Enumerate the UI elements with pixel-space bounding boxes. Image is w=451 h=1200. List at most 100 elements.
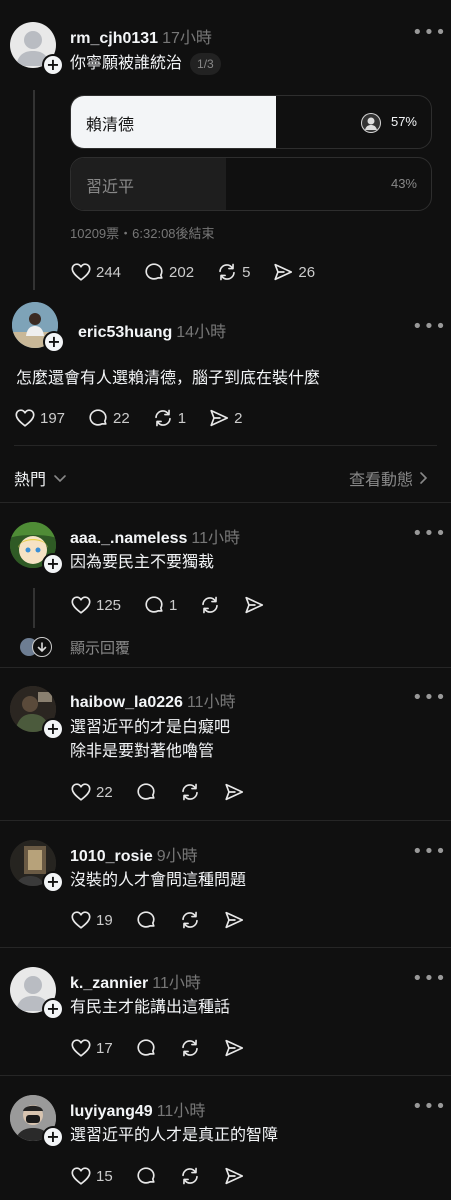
follow-plus-icon[interactable]: + xyxy=(42,718,64,740)
timestamp: 9小時 xyxy=(156,848,198,865)
more-options-icon[interactable]: ••• xyxy=(412,523,447,544)
reply-button[interactable]: 1 xyxy=(143,594,177,616)
follow-plus-icon[interactable]: + xyxy=(42,54,64,76)
share-button[interactable]: 26 xyxy=(272,261,315,283)
reply-author[interactable]: eric53huang 14小時 xyxy=(78,318,226,342)
more-options-icon[interactable]: ••• xyxy=(412,22,447,43)
share-button[interactable] xyxy=(223,909,245,931)
divider xyxy=(0,502,451,503)
comment-text-line-2: 除非是要對著他嚕管 xyxy=(70,743,215,760)
post-text: 你寧願被誰統治 1/3 xyxy=(70,52,221,76)
username[interactable]: haibow_la0226 xyxy=(70,694,183,711)
page-badge: 1/3 xyxy=(190,52,221,75)
like-button[interactable]: 244 xyxy=(70,261,121,283)
username[interactable]: luyiyang49 xyxy=(70,1103,153,1120)
comment-author[interactable]: aaa._.nameless 11小時 xyxy=(70,524,240,548)
follow-plus-icon[interactable]: + xyxy=(42,553,64,575)
username[interactable]: eric53huang xyxy=(78,324,172,341)
like-button[interactable]: 22 xyxy=(70,781,113,803)
heart-icon xyxy=(14,407,36,429)
like-count: 125 xyxy=(96,596,122,614)
repost-icon xyxy=(199,594,221,616)
send-icon xyxy=(243,594,265,616)
like-button[interactable]: 15 xyxy=(70,1165,113,1187)
repost-icon xyxy=(179,1165,201,1187)
follow-plus-icon[interactable]: + xyxy=(42,1126,64,1148)
repost-icon xyxy=(179,909,201,931)
reply-button[interactable]: 202 xyxy=(143,261,194,283)
like-count: 19 xyxy=(96,911,113,929)
view-activity-link[interactable]: 查看動態 xyxy=(349,466,431,490)
send-icon xyxy=(208,407,230,429)
reply-avatar-stack xyxy=(20,636,52,658)
username[interactable]: k._zannier xyxy=(70,975,148,992)
follow-plus-icon[interactable]: + xyxy=(42,871,64,893)
thread-line xyxy=(33,90,35,290)
divider xyxy=(0,820,451,821)
share-count: 26 xyxy=(298,263,316,281)
reply-button[interactable]: 22 xyxy=(87,407,130,429)
poll-percent: 43% xyxy=(390,176,417,191)
comment-actions: 15 xyxy=(70,1164,267,1188)
view-activity-label: 查看動態 xyxy=(348,472,413,489)
poll-option-2[interactable]: 習近平 43% xyxy=(70,157,432,211)
share-button[interactable] xyxy=(243,594,265,616)
like-button[interactable]: 197 xyxy=(14,407,65,429)
reply-button[interactable] xyxy=(135,909,157,931)
chevron-down-icon xyxy=(54,475,66,483)
reply-button[interactable] xyxy=(135,781,157,803)
heart-icon xyxy=(70,1037,92,1059)
reply-button[interactable] xyxy=(135,1037,157,1059)
reply-text: 怎麼還會有人選賴清德，腦子到底在裝什麼 xyxy=(16,370,321,387)
username[interactable]: 1010_rosie xyxy=(70,848,153,865)
divider xyxy=(14,445,437,446)
like-count: 15 xyxy=(96,1167,113,1185)
timestamp: 11小時 xyxy=(152,975,201,992)
comment-author[interactable]: luyiyang49 11小時 xyxy=(70,1097,205,1121)
share-button[interactable] xyxy=(223,1165,245,1187)
like-count: 22 xyxy=(96,783,113,801)
share-button[interactable]: 2 xyxy=(208,407,242,429)
username[interactable]: aaa._.nameless xyxy=(70,530,187,547)
voter-avatar xyxy=(361,113,381,133)
repost-button[interactable] xyxy=(199,594,221,616)
like-button[interactable]: 19 xyxy=(70,909,113,931)
heart-icon xyxy=(70,781,92,803)
poll-option-1[interactable]: 賴清德 57% xyxy=(70,95,432,149)
comment-author[interactable]: haibow_la0226 11小時 xyxy=(70,688,236,712)
post-author[interactable]: rm_cjh0131 17小時 xyxy=(70,24,212,48)
comment-author[interactable]: 1010_rosie 9小時 xyxy=(70,842,198,866)
more-options-icon[interactable]: ••• xyxy=(412,1096,447,1117)
repost-button[interactable] xyxy=(179,909,201,931)
more-options-icon[interactable]: ••• xyxy=(412,968,447,989)
comment-icon xyxy=(87,407,109,429)
comment-icon xyxy=(135,1165,157,1187)
comment-author[interactable]: k._zannier 11小時 xyxy=(70,969,201,993)
reply-button[interactable] xyxy=(135,1165,157,1187)
reply-count: 1 xyxy=(169,596,178,614)
post-actions: 244 202 5 26 xyxy=(70,260,337,284)
comment-text: 有民主才能講出這種話 xyxy=(70,999,231,1016)
follow-plus-icon[interactable]: + xyxy=(43,331,65,353)
post-text-content: 你寧願被誰統治 xyxy=(70,55,183,72)
send-icon xyxy=(223,781,245,803)
poll-percent: 57% xyxy=(390,114,417,129)
show-replies-button[interactable]: 顯示回覆 xyxy=(20,636,130,658)
repost-button[interactable]: 5 xyxy=(216,261,250,283)
like-button[interactable]: 125 xyxy=(70,594,121,616)
repost-button[interactable] xyxy=(179,1165,201,1187)
repost-button[interactable] xyxy=(179,1037,201,1059)
share-button[interactable] xyxy=(223,781,245,803)
repost-button[interactable]: 1 xyxy=(152,407,186,429)
sort-dropdown[interactable]: 熱門 xyxy=(14,466,68,490)
repost-button[interactable] xyxy=(179,781,201,803)
username[interactable]: rm_cjh0131 xyxy=(70,30,158,47)
more-options-icon[interactable]: ••• xyxy=(412,687,447,708)
like-button[interactable]: 17 xyxy=(70,1037,113,1059)
follow-plus-icon[interactable]: + xyxy=(42,998,64,1020)
chevron-right-icon xyxy=(420,472,428,484)
more-options-icon[interactable]: ••• xyxy=(412,316,447,337)
share-button[interactable] xyxy=(223,1037,245,1059)
more-options-icon[interactable]: ••• xyxy=(412,841,447,862)
timestamp: 17小時 xyxy=(162,30,212,47)
